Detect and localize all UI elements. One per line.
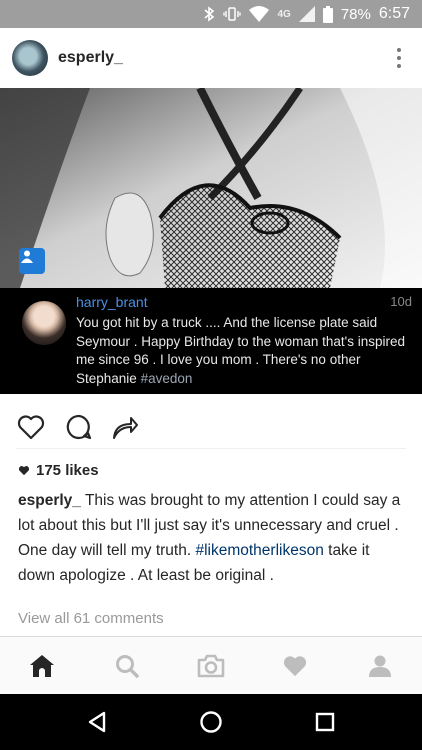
back-button[interactable]: [73, 698, 121, 746]
clock: 6:57: [378, 5, 410, 22]
heart-filled-icon: [18, 466, 30, 476]
post-caption: esperly_ This was brought to my attentio…: [18, 488, 403, 588]
action-bar: [0, 404, 422, 448]
avatar[interactable]: [12, 40, 48, 76]
dot-icon: [397, 56, 401, 60]
home-icon: [30, 654, 55, 677]
battery-icon: [322, 5, 333, 23]
home-circle-icon: [200, 711, 222, 733]
bottom-nav: [0, 636, 422, 694]
nav-profile[interactable]: [359, 645, 401, 687]
nav-search[interactable]: [106, 645, 148, 687]
recents-button[interactable]: [301, 698, 349, 746]
system-nav-bar: [0, 694, 422, 750]
divider: [16, 448, 406, 449]
heart-outline-icon: [17, 415, 45, 440]
view-all-comments-link[interactable]: View all 61 comments: [18, 610, 164, 627]
back-triangle-icon: [88, 711, 106, 733]
caption-username[interactable]: esperly_: [18, 492, 81, 509]
comment-body: You got hit by a truck .... And the lice…: [76, 315, 405, 386]
search-icon: [115, 654, 139, 678]
caption-hashtag[interactable]: #likemotherlikeson: [195, 542, 323, 559]
dot-icon: [397, 48, 401, 52]
dot-icon: [397, 64, 401, 68]
post-photo[interactable]: [0, 88, 422, 288]
like-button[interactable]: [16, 412, 46, 442]
camera-icon: [197, 654, 225, 677]
photo-illustration: [0, 88, 422, 288]
comment-bubble-icon: [66, 414, 92, 440]
commenter-username: harry_brant: [76, 294, 148, 310]
likes-label: 175 likes: [36, 462, 99, 479]
post-header: esperly_: [0, 28, 422, 88]
profile-icon: [368, 655, 391, 677]
share-button[interactable]: [110, 412, 140, 442]
nav-activity[interactable]: [274, 645, 316, 687]
vibrate-icon: [223, 5, 242, 23]
nav-home[interactable]: [21, 645, 63, 687]
recents-square-icon: [315, 712, 335, 732]
screenshot-comment-card: harry_brant 10d You got hit by a truck .…: [0, 288, 422, 394]
home-system-button[interactable]: [187, 698, 235, 746]
share-arrow-icon: [113, 417, 138, 439]
heart-icon: [284, 655, 307, 676]
nav-camera[interactable]: [190, 645, 232, 687]
tagged-people-button[interactable]: [19, 248, 45, 274]
comment-button[interactable]: [64, 412, 94, 442]
wifi-icon: [249, 5, 270, 23]
more-options-button[interactable]: [394, 48, 404, 68]
commenter-avatar: [22, 301, 66, 345]
comment-time: 10d: [390, 294, 412, 309]
post-username[interactable]: esperly_: [58, 49, 123, 67]
comment-text: You got hit by a truck .... And the lice…: [76, 314, 416, 388]
battery-percent: 78%: [340, 5, 371, 23]
network-type: 4G: [277, 8, 291, 20]
status-bar: 4G 78% 6:57: [0, 0, 422, 28]
bluetooth-icon: [203, 5, 215, 23]
signal-icon: [298, 5, 315, 23]
person-tag-icon: [21, 250, 33, 263]
likes-count[interactable]: 175 likes: [18, 462, 99, 479]
comment-hashtag: #avedon: [140, 370, 193, 386]
